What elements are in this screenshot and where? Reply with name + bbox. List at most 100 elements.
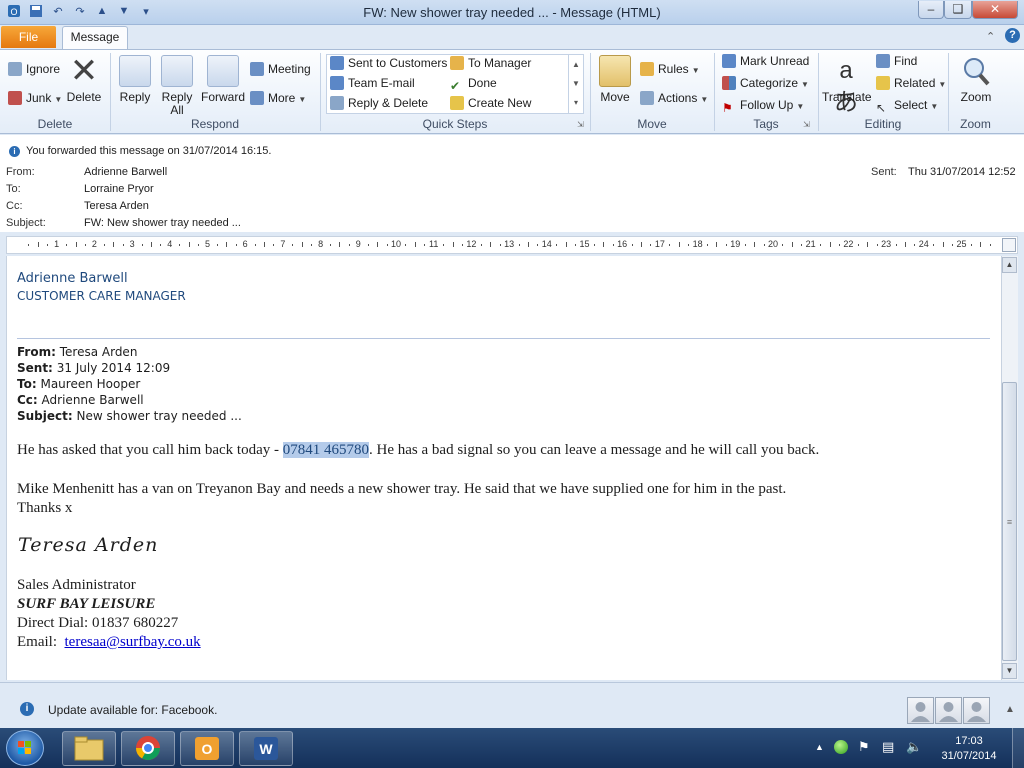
translate-icon: aあ [834, 57, 858, 116]
sent-value: Thu 31/07/2014 12:52 [908, 166, 1016, 178]
close-button[interactable]: ✕ [972, 1, 1018, 19]
ruler-number: 7 [280, 239, 286, 249]
view-ruler-button[interactable] [1002, 238, 1016, 252]
categorize-button[interactable]: Categorize ▼ [722, 74, 809, 92]
junk-button[interactable]: Junk ▼ [8, 89, 62, 107]
contact-avatar[interactable] [907, 697, 934, 724]
scroll-thumb[interactable]: ≡ [1002, 382, 1017, 661]
ruler-number: 15 [579, 239, 590, 249]
cc-value[interactable]: Teresa Arden [84, 200, 149, 212]
mark-unread-button[interactable]: Mark Unread [722, 52, 809, 70]
scroll-down-arrow[interactable]: ▼ [1002, 663, 1017, 679]
dialog-launcher-icon[interactable]: ⇲ [577, 120, 584, 129]
delete-button[interactable]: ✕ Delete [66, 54, 102, 104]
ruler-tick [744, 244, 746, 246]
forward-button[interactable]: Forward [200, 55, 246, 104]
phone-number[interactable]: 07841 465780 [282, 442, 370, 458]
meeting-button[interactable]: Meeting [250, 60, 311, 78]
ruler-tick [678, 242, 680, 247]
ruler-number: 20 [767, 239, 778, 249]
follow-up-button[interactable]: ⚑ Follow Up ▼ [722, 96, 804, 115]
related-button[interactable]: Related ▼ [876, 74, 946, 92]
save-icon[interactable] [28, 3, 44, 19]
minimize-button[interactable]: – [918, 1, 944, 19]
ruler-tick [75, 242, 77, 247]
reply-button[interactable]: Reply [116, 55, 154, 104]
quick-step-to-manager[interactable]: To Manager [450, 54, 531, 72]
body-paragraph-callback: He has asked that you call him back toda… [17, 442, 820, 458]
email-link[interactable]: teresaa@surfbay.co.uk [65, 634, 201, 650]
ruler-tick [84, 244, 86, 246]
ruler-tick [28, 244, 30, 246]
maximize-button[interactable]: ❑ [944, 1, 972, 19]
fwd-subject-line: Subject: New shower tray needed ... [17, 409, 242, 423]
ruler-tick [603, 242, 605, 247]
quick-steps-scroll[interactable]: ▲ ▼ ▾ [568, 55, 583, 113]
separator-line [17, 338, 990, 339]
ruler-tick [763, 244, 765, 246]
volume-icon[interactable]: 🔈 [906, 739, 922, 755]
ribbon-tab-row [0, 25, 1024, 49]
info-icon: i [9, 146, 20, 157]
help-icon[interactable]: ? [1005, 28, 1020, 43]
redo-icon[interactable]: ↷ [72, 3, 88, 19]
show-hidden-icons[interactable]: ▲ [815, 742, 824, 752]
move-button[interactable]: Move [598, 55, 632, 104]
reply-all-icon [161, 55, 193, 87]
word-taskbar-button[interactable]: W [239, 731, 293, 766]
handwritten-signature: Teresa Arden [18, 534, 159, 556]
ruler-tick [490, 242, 492, 247]
rules-button[interactable]: Rules ▼ [640, 60, 700, 78]
from-value[interactable]: Adrienne Barwell [84, 166, 167, 178]
ruler-tick [122, 244, 124, 246]
select-button[interactable]: ↖ Select ▼ [876, 96, 938, 115]
ruler-number: 22 [843, 239, 854, 249]
show-desktop-button[interactable] [1012, 728, 1024, 768]
rules-icon [640, 62, 654, 76]
previous-item-icon[interactable]: ▲ [94, 3, 110, 19]
start-button[interactable] [6, 730, 44, 766]
quick-step-sent-to-customers[interactable]: Sent to Customers [330, 54, 447, 72]
info-bar-text[interactable]: You forwarded this message on 31/07/2014… [26, 145, 271, 157]
update-notice[interactable]: Update available for: Facebook. [48, 703, 217, 717]
action-center-flag-icon[interactable]: ⚑ [858, 739, 870, 755]
file-tab[interactable]: File [1, 26, 56, 48]
checkmark-icon: ✔ [450, 79, 461, 93]
quick-step-done[interactable]: ✔ Done [450, 74, 497, 93]
delete-group-label: Delete [37, 117, 73, 131]
actions-button[interactable]: Actions ▼ [640, 89, 708, 107]
undo-icon[interactable]: ↶ [50, 3, 66, 19]
quick-step-team-email[interactable]: Team E-mail [330, 74, 415, 92]
status-online-icon[interactable] [834, 740, 848, 754]
find-button[interactable]: Find [876, 52, 917, 70]
contact-avatar[interactable] [935, 697, 962, 724]
more-respond-button[interactable]: More ▼ [250, 89, 306, 107]
expand-people-pane-icon[interactable]: ▲ [1005, 704, 1015, 715]
collapse-ribbon-icon[interactable]: ⌃ [986, 30, 995, 43]
translate-button[interactable]: aあ Translate [822, 55, 872, 116]
ruler-number: 16 [617, 239, 628, 249]
next-item-icon[interactable]: ▼ [116, 3, 132, 19]
lightning-icon [450, 96, 464, 110]
chrome-taskbar-button[interactable] [121, 731, 175, 766]
ruler-tick [782, 244, 784, 246]
zoom-button[interactable]: Zoom [956, 55, 996, 104]
quick-step-reply-delete[interactable]: Reply & Delete [330, 94, 428, 112]
clock[interactable]: 17:03 31/07/2014 [934, 734, 1004, 764]
outlook-app-icon[interactable]: O [6, 3, 22, 19]
envelope-icon [330, 76, 344, 90]
to-value[interactable]: Lorraine Pryor [84, 183, 154, 195]
network-icon[interactable]: ▤ [882, 739, 894, 755]
scroll-up-arrow[interactable]: ▲ [1002, 257, 1017, 273]
quick-step-create-new[interactable]: Create New [450, 94, 531, 112]
customize-toolbar-icon[interactable]: ▾ [138, 3, 154, 19]
contact-avatar[interactable] [963, 697, 990, 724]
message-tab[interactable]: Message [62, 26, 128, 50]
explorer-taskbar-button[interactable] [62, 731, 116, 766]
reply-all-button[interactable]: Reply All [158, 55, 196, 117]
ignore-button[interactable]: Ignore [8, 60, 60, 78]
ruler-tick [980, 242, 982, 247]
outlook-taskbar-button[interactable]: O [180, 731, 234, 766]
dialog-launcher-icon[interactable]: ⇲ [803, 120, 810, 129]
ruler-number: 14 [541, 239, 552, 249]
